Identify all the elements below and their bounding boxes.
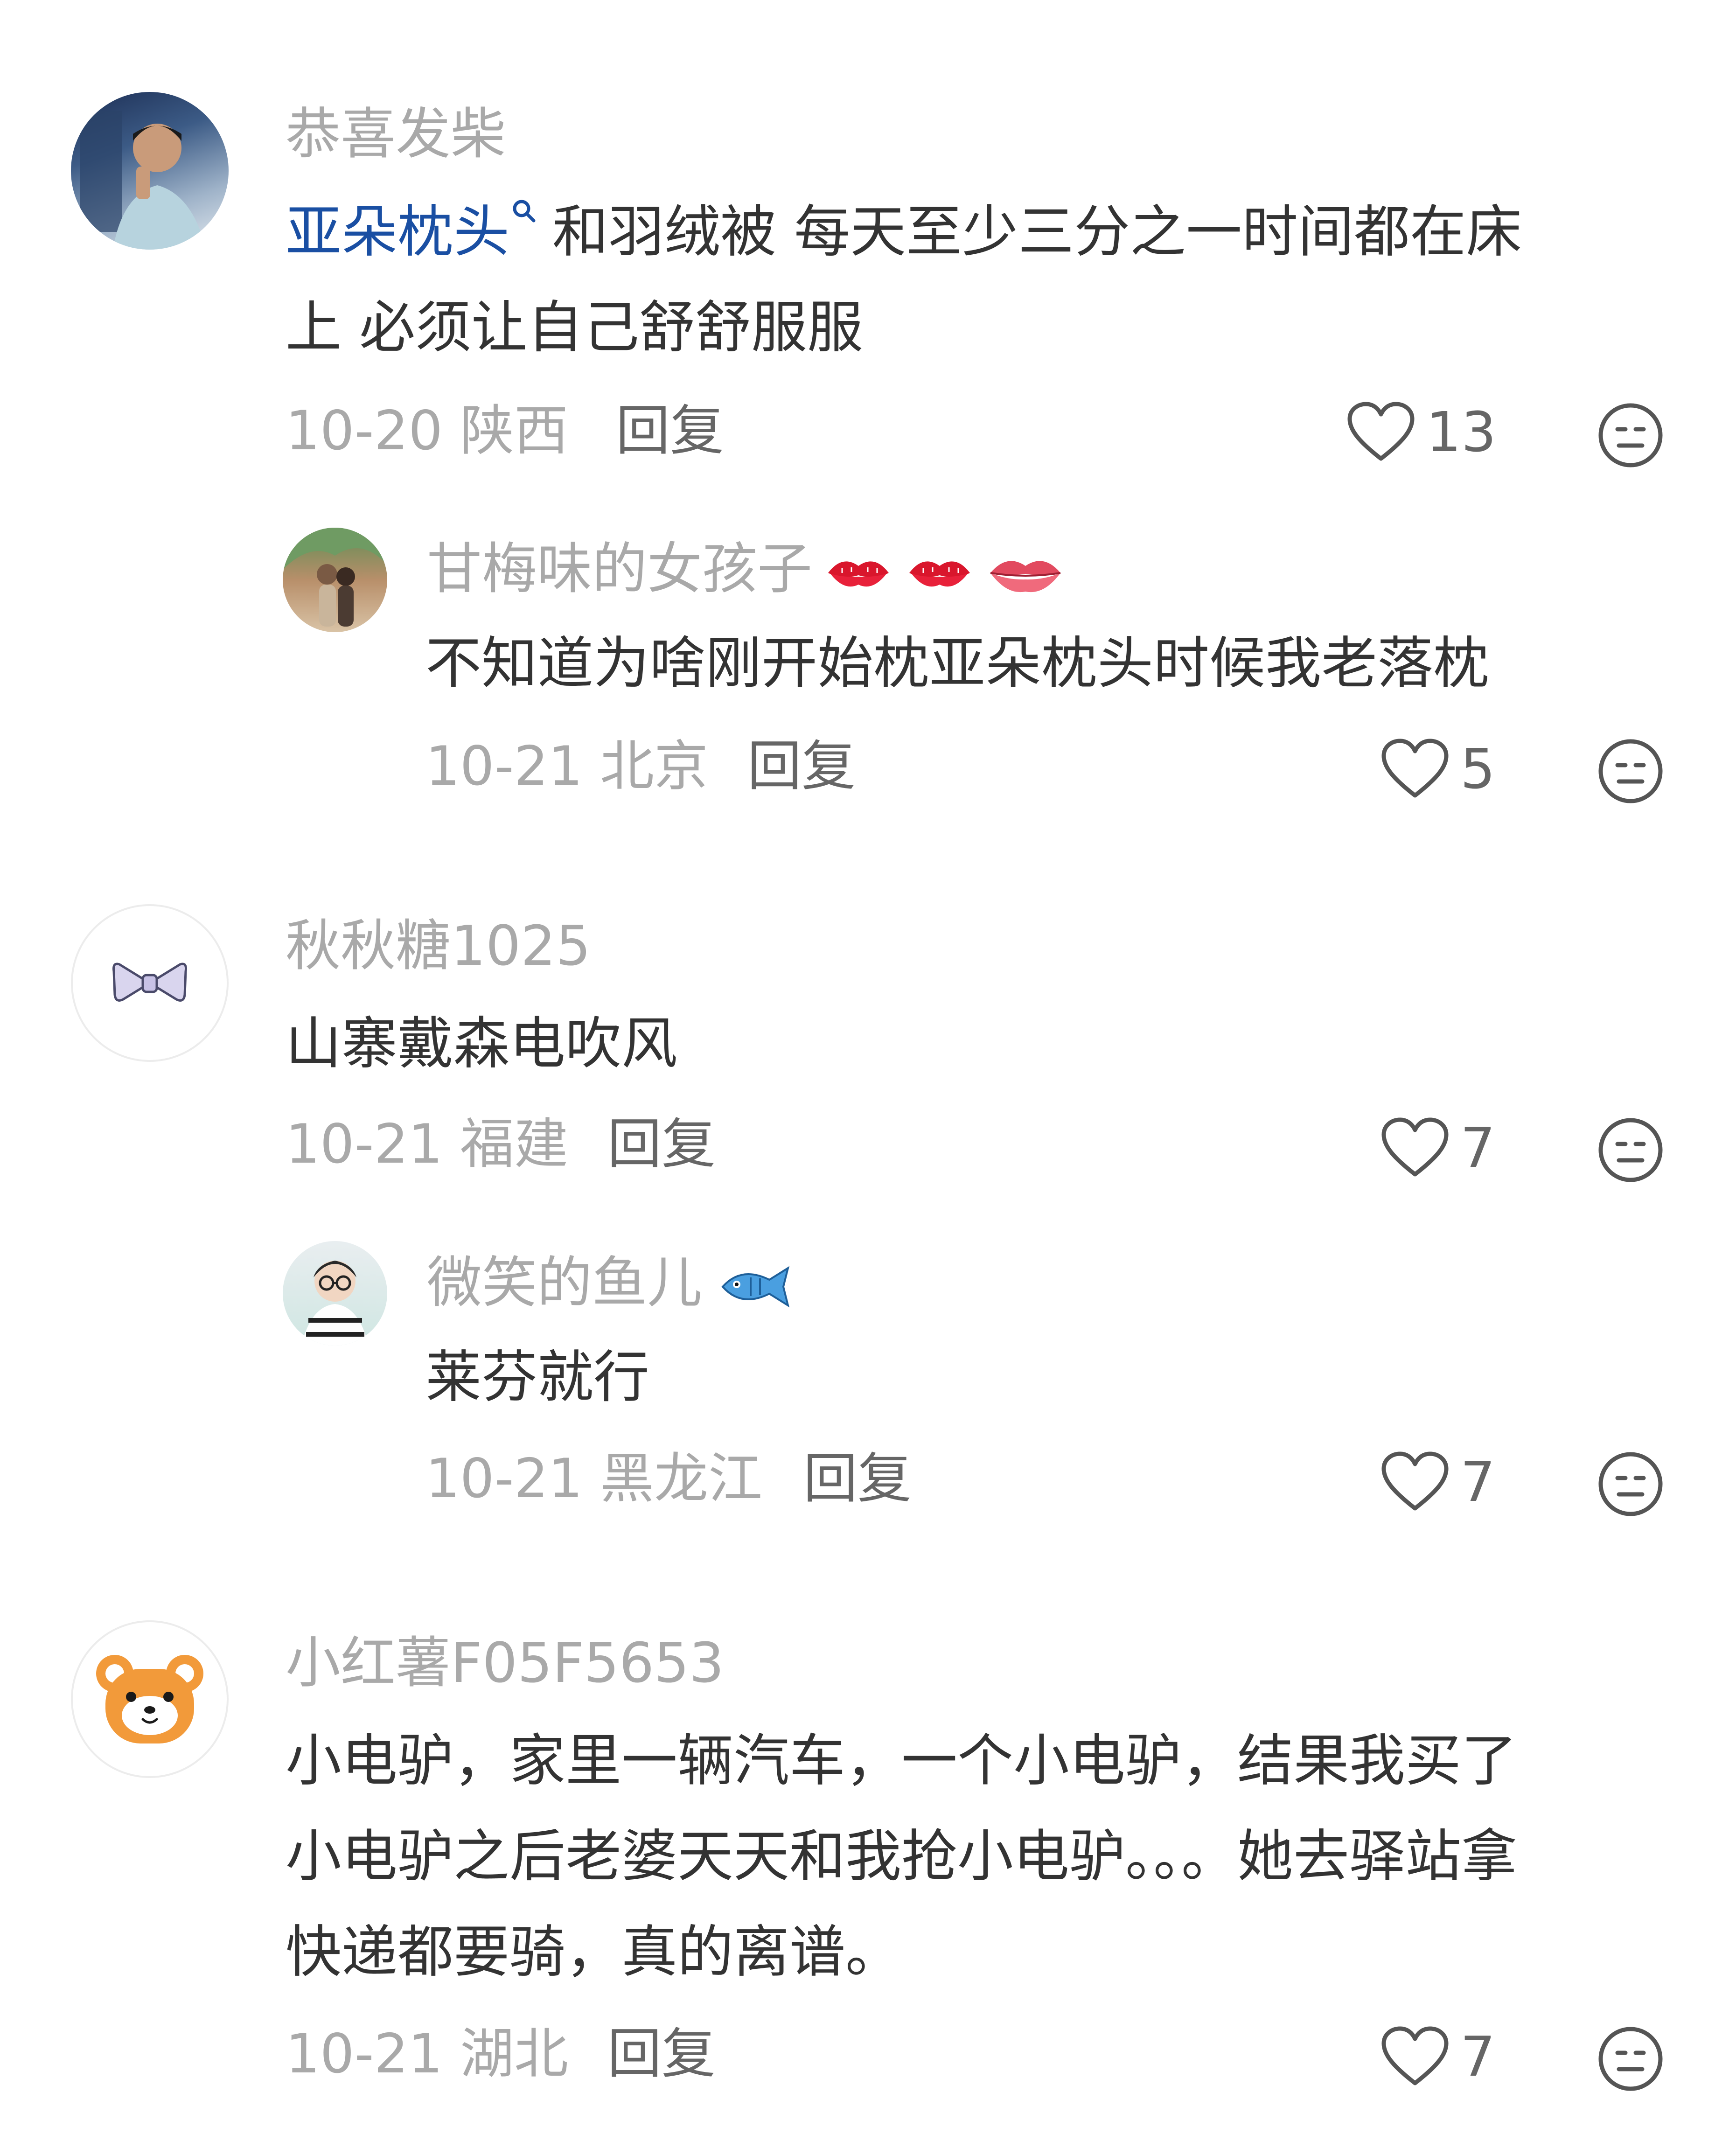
reply-username-text: 微笑的鱼儿 [427, 1250, 703, 1315]
comment-username[interactable]: 秋秋糖1025 [286, 918, 591, 973]
couple-photo-avatar-icon [283, 528, 387, 627]
emoji-face-icon[interactable] [1597, 401, 1665, 469]
reply-button[interactable]: 回复 [803, 1452, 912, 1506]
avatar[interactable] [283, 528, 387, 632]
like-count: 5 [1460, 736, 1496, 801]
reply-button[interactable]: 回复 [607, 2027, 716, 2081]
like-button[interactable]: 7 [1380, 2025, 1495, 2088]
reply-button[interactable]: 回复 [747, 739, 856, 794]
kiss-mark-icon [909, 561, 970, 587]
heart-icon [1347, 402, 1415, 461]
like-count: 7 [1460, 1449, 1496, 1514]
bow-avatar-icon [112, 962, 187, 1002]
reply-button[interactable]: 回复 [616, 404, 724, 458]
emoji-face-icon[interactable] [1597, 737, 1665, 805]
comment-username[interactable]: 恭喜发柴 [286, 106, 506, 161]
search-icon [513, 200, 536, 223]
reply-button[interactable]: 回复 [607, 1117, 716, 1172]
avatar[interactable] [283, 1241, 387, 1346]
reply-username-text: 甘梅味的女孩子 [427, 537, 813, 601]
comment-date-location: 10-21 湖北 [286, 2022, 568, 2085]
comment-text-line: 小电驴，家里一辆汽车，一个小电驴，结果我买了 [286, 1729, 1517, 1793]
comment-date-location: 10-21 福建 [286, 1113, 568, 1176]
heart-icon [1381, 2026, 1449, 2085]
emoji-face-icon[interactable] [1597, 1116, 1665, 1184]
avatar[interactable] [71, 1620, 229, 1778]
kiss-mark-icon [828, 561, 889, 587]
lips-icon [990, 561, 1061, 592]
reply-text: 莱芬就行 [425, 1345, 649, 1410]
comment-text: 山寨戴森电吹风 [286, 1011, 677, 1076]
like-button[interactable]: 13 [1346, 400, 1496, 463]
avatar[interactable] [71, 92, 229, 250]
like-button[interactable]: 5 [1380, 737, 1495, 800]
comment-date-location: 10-20 陕西 [286, 399, 568, 462]
like-button[interactable]: 7 [1380, 1450, 1495, 1513]
comment-text-line: 小电驴之后老婆天天和我抢小电驴。。。她去驿站拿 [286, 1824, 1517, 1889]
like-button[interactable]: 7 [1380, 1116, 1495, 1179]
man-photo-avatar-icon [80, 111, 206, 250]
comment-username[interactable]: 小红薯F05F5653 [286, 1635, 724, 1690]
reply-username[interactable]: 微笑的鱼儿 [427, 1255, 793, 1315]
bear-avatar-icon [96, 1655, 203, 1743]
mention-link[interactable]: 亚朵枕头 [286, 200, 509, 265]
comment-text: 亚朵枕头 和羽绒被 每天至少三分之一时间都在床 [286, 184, 1522, 280]
comment-text-line: 快递都要骑，真的离谱。 [286, 1920, 901, 1985]
reply-date-location: 10-21 北京 [425, 735, 708, 798]
heart-icon [1381, 1451, 1449, 1511]
avatar[interactable] [71, 904, 229, 1062]
boy-glasses-avatar-icon [301, 1261, 369, 1346]
heart-icon [1381, 739, 1449, 798]
reply-username[interactable]: 甘梅味的女孩子 [427, 541, 1065, 601]
emoji-face-icon[interactable] [1597, 2025, 1665, 2093]
like-count: 13 [1426, 399, 1497, 464]
fish-icon [721, 1266, 790, 1308]
comment-text-line: 上 必须让自己舒舒服服 [286, 295, 864, 360]
reply-date-location: 10-21 黑龙江 [425, 1447, 762, 1510]
heart-icon [1381, 1117, 1449, 1177]
emoji-face-icon[interactable] [1597, 1450, 1665, 1518]
like-count: 7 [1460, 2024, 1496, 2089]
reply-text: 不知道为啥刚开始枕亚朵枕头时候我老落枕 [425, 631, 1489, 696]
comment-text-line: 和羽绒被 每天至少三分之一时间都在床 [552, 200, 1522, 265]
like-count: 7 [1460, 1115, 1496, 1180]
